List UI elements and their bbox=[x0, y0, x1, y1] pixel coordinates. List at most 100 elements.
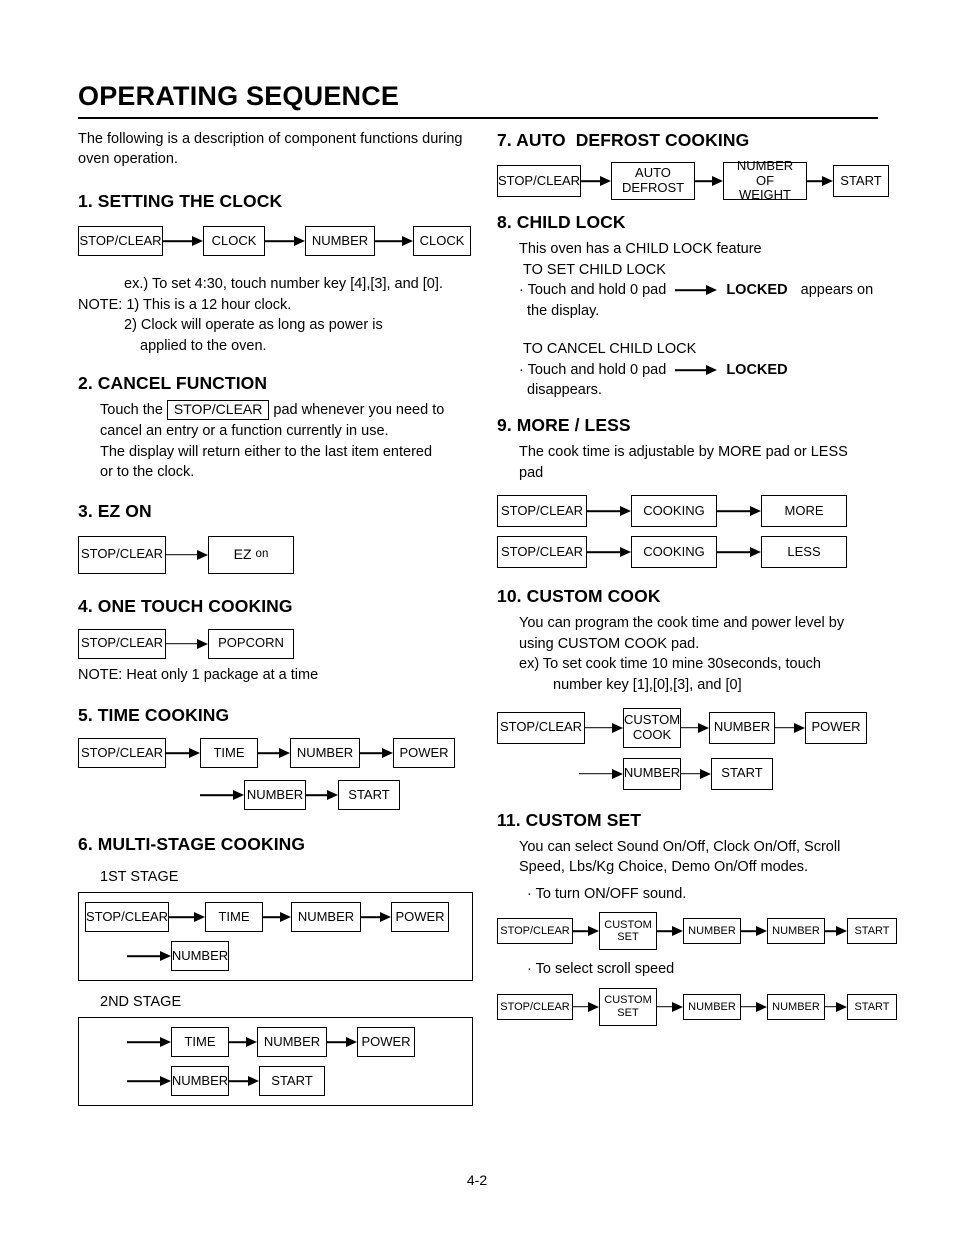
arrow-icon bbox=[166, 638, 208, 650]
more-less-desc-2: pad bbox=[519, 464, 544, 481]
flow-more: STOP/CLEAR COOKING MORE bbox=[497, 495, 885, 528]
locked-badge: LOCKED bbox=[726, 282, 788, 299]
arrow-icon bbox=[360, 747, 393, 759]
arrow-icon bbox=[258, 747, 290, 759]
flow-time-cooking-row-1: STOP/CLEAR TIME NUMBER POWER bbox=[78, 738, 473, 769]
arrow-icon bbox=[681, 722, 709, 734]
flow-ez-on: STOP/CLEAR EZ on bbox=[78, 535, 473, 574]
flow-box-auto-defrost: AUTO DEFROST bbox=[611, 162, 695, 200]
cancel-line-1: Touch the STOP/CLEAR pad whenever you ne… bbox=[78, 400, 473, 421]
arrow-icon bbox=[306, 789, 338, 801]
flow-time-cooking-row-2: NUMBER START bbox=[78, 780, 473, 811]
arrow-icon bbox=[229, 1036, 257, 1048]
arrow-icon bbox=[573, 1001, 599, 1013]
custom-set-bullet-2: · To select scroll speed bbox=[527, 961, 675, 978]
flow-box-ez-on: EZ on bbox=[208, 535, 294, 574]
arrow-icon bbox=[825, 925, 847, 937]
arrow-icon bbox=[200, 789, 244, 801]
flow-custom-cook-row-2: NUMBER START bbox=[497, 757, 885, 790]
right-column: 7. AUTO DEFROST COOKING STOP/CLEAR AUTO … bbox=[497, 130, 897, 1026]
flow-box-start: START bbox=[847, 918, 897, 945]
flow-auto-defrost: STOP/CLEAR AUTO DEFROST NUMBER OF WEIGHT… bbox=[497, 158, 889, 202]
custom-set-bullet-1: · To turn ON/OFF sound. bbox=[527, 885, 687, 902]
page-footer: 4-2 bbox=[0, 1172, 954, 1188]
flow-custom-set-sound: STOP/CLEAR CUSTOM SET NUMBER NUMBER STAR… bbox=[497, 912, 897, 951]
section-heading-ez-on: 3. EZ ON bbox=[78, 500, 152, 521]
flow-box-start: START bbox=[259, 1066, 325, 1097]
arrow-icon bbox=[717, 505, 761, 517]
arrow-icon bbox=[695, 175, 723, 187]
flow-box-clock: CLOCK bbox=[203, 226, 265, 257]
arrow-icon bbox=[807, 175, 833, 187]
document-page: OPERATING SEQUENCE The following is a de… bbox=[0, 0, 954, 1237]
flow-stage2-row-1: TIME NUMBER POWER bbox=[85, 1027, 466, 1058]
flow-box-number: NUMBER bbox=[290, 738, 360, 769]
section-heading-setting-the-clock: 1. SETTING THE CLOCK bbox=[78, 191, 283, 212]
more-less-desc-1: The cook time is adjustable by MORE pad … bbox=[519, 444, 848, 461]
arrow-icon bbox=[657, 925, 683, 937]
custom-cook-desc-4: number key [1],[0],[3], and [0] bbox=[553, 676, 742, 693]
flow-box-cooking: COOKING bbox=[631, 536, 717, 569]
child-lock-cancel-bullet: · Touch and hold 0 pad LOCKED bbox=[497, 360, 885, 381]
page-number: 4-2 bbox=[466, 1172, 488, 1188]
intro-text: The following is a description of compon… bbox=[78, 131, 463, 167]
flow-custom-set-scroll: STOP/CLEAR CUSTOM SET NUMBER NUMBER STAR… bbox=[497, 987, 897, 1026]
custom-cook-desc-2: using CUSTOM COOK pad. bbox=[519, 635, 700, 652]
cancel-line-2: cancel an entry or a function currently … bbox=[100, 423, 389, 440]
arrow-icon bbox=[587, 546, 631, 558]
flow-stage2-row-2: NUMBER START bbox=[85, 1066, 466, 1097]
flow-box-number: NUMBER bbox=[244, 780, 306, 811]
section-heading-more-less: 9. MORE / LESS bbox=[497, 415, 631, 436]
flow-box-stop-clear: STOP/CLEAR bbox=[497, 918, 573, 945]
flow-box-number-2: NUMBER bbox=[767, 993, 825, 1020]
arrow-icon bbox=[166, 549, 208, 561]
flow-box-custom-cook: CUSTOM COOK bbox=[623, 707, 681, 748]
child-lock-set-bullet: · Touch and hold 0 pad LOCKED appears on bbox=[497, 280, 885, 301]
flow-box-number: NUMBER bbox=[305, 226, 375, 257]
flow-box-stop-clear: STOP/CLEAR bbox=[497, 711, 585, 744]
arrow-icon bbox=[375, 235, 413, 247]
arrow-icon bbox=[775, 722, 805, 734]
flow-box-custom-set: CUSTOM SET bbox=[599, 912, 657, 951]
flow-box-number: NUMBER bbox=[683, 918, 741, 945]
flow-box-stop-clear: STOP/CLEAR bbox=[497, 165, 581, 197]
flow-box-more: MORE bbox=[761, 495, 847, 528]
child-lock-cancel-line-2: disappears. bbox=[527, 382, 602, 399]
arrow-icon bbox=[741, 925, 767, 937]
arrow-icon bbox=[741, 1001, 767, 1013]
custom-set-desc-1: You can select Sound On/Off, Clock On/Of… bbox=[519, 838, 841, 855]
cancel-line-4: or to the clock. bbox=[100, 464, 195, 481]
ez-label: EZ bbox=[233, 545, 252, 562]
locked-badge: LOCKED bbox=[726, 361, 788, 378]
arrow-icon bbox=[265, 235, 305, 247]
flow-box-number: NUMBER bbox=[171, 1066, 229, 1097]
page-title: OPERATING SEQUENCE bbox=[78, 81, 400, 111]
arrow-icon bbox=[169, 911, 205, 923]
clock-note-2: 2) Clock will operate as long as power i… bbox=[124, 317, 383, 334]
custom-cook-desc-3: ex) To set cook time 10 mine 30seconds, … bbox=[519, 656, 821, 673]
page-title-block: OPERATING SEQUENCE bbox=[78, 81, 878, 111]
cancel-line-1-pre: Touch the bbox=[100, 402, 163, 419]
flow-box-start: START bbox=[833, 165, 889, 197]
flow-box-cooking: COOKING bbox=[631, 495, 717, 528]
arrow-icon bbox=[587, 505, 631, 517]
flow-setting-the-clock: STOP/CLEAR CLOCK NUMBER CLOCK bbox=[78, 226, 473, 257]
stage-2-frame: TIME NUMBER POWER NUMBER START bbox=[78, 1017, 473, 1107]
flow-box-stop-clear: STOP/CLEAR bbox=[78, 535, 166, 574]
one-touch-note: NOTE: Heat only 1 package at a time bbox=[78, 666, 319, 683]
arrow-icon bbox=[585, 722, 623, 734]
arrow-icon bbox=[717, 546, 761, 558]
arrow-icon bbox=[675, 284, 717, 296]
flow-box-stop-clear: STOP/CLEAR bbox=[78, 226, 163, 257]
flow-custom-cook-row-1: STOP/CLEAR CUSTOM COOK NUMBER POWER bbox=[497, 707, 885, 748]
child-lock-line-1: This oven has a CHILD LOCK feature bbox=[519, 241, 762, 257]
arrow-icon bbox=[127, 950, 171, 962]
section-heading-time-cooking: 5. TIME COOKING bbox=[78, 705, 230, 726]
arrow-icon bbox=[681, 768, 711, 780]
on-label: on bbox=[255, 548, 269, 561]
flow-one-touch-cooking: STOP/CLEAR POPCORN bbox=[78, 628, 473, 659]
section-heading-custom-set: 11. CUSTOM SET bbox=[497, 809, 642, 830]
flow-box-number: NUMBER bbox=[171, 941, 229, 972]
flow-box-number: NUMBER bbox=[257, 1027, 327, 1058]
flow-box-start: START bbox=[338, 780, 400, 811]
